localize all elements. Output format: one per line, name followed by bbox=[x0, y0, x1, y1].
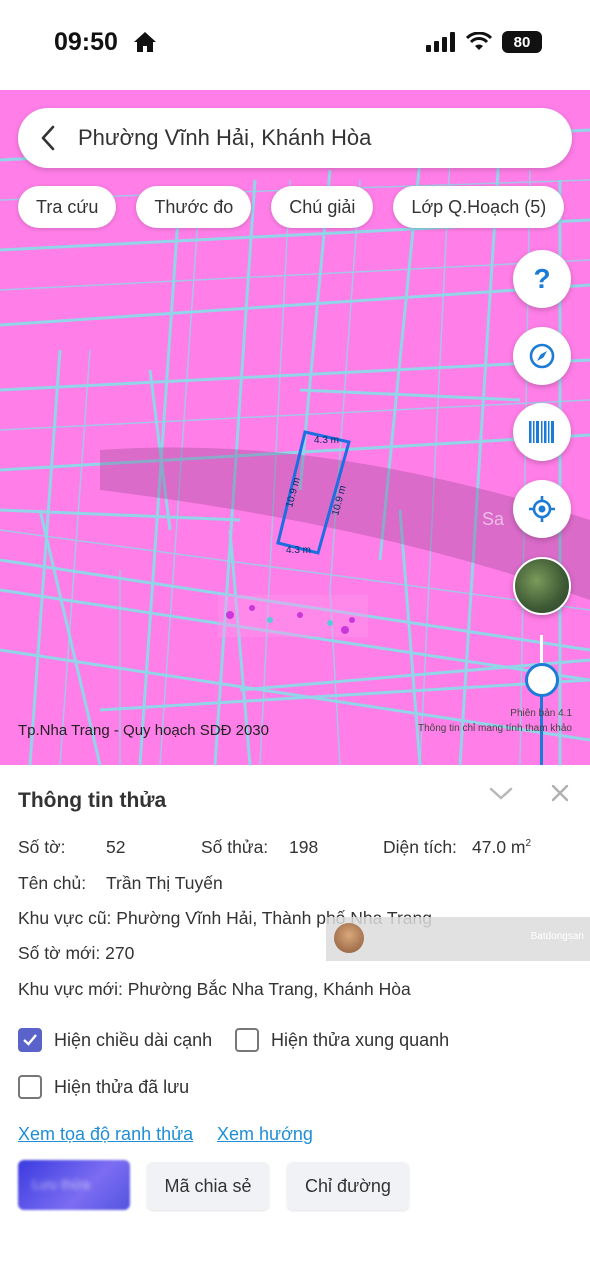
map-faint-label: Sa bbox=[482, 509, 505, 529]
edge-label-bottom: 4.3 m bbox=[286, 545, 311, 556]
chip-chu-giai[interactable]: Chú giải bbox=[271, 186, 374, 228]
directions-button[interactable]: Chỉ đường bbox=[287, 1162, 409, 1210]
map-version-note: Phiên bản 4.1 Thông tin chỉ mang tính th… bbox=[418, 706, 572, 736]
help-icon: ? bbox=[533, 263, 551, 294]
chevron-down-icon[interactable] bbox=[488, 785, 514, 803]
dien-tich-unit: 2 bbox=[525, 838, 532, 850]
so-thua-value: 198 bbox=[289, 837, 319, 857]
watermark-overlay: Batdongsan bbox=[326, 917, 590, 961]
so-to-value: 52 bbox=[106, 837, 126, 857]
checkbox-checked[interactable] bbox=[18, 1028, 42, 1052]
sheet-title: Thông tin thửa bbox=[18, 789, 167, 812]
disclaimer-line: Thông tin chỉ mang tính tham khảo bbox=[418, 723, 572, 734]
so-to-label: Số tờ: bbox=[18, 837, 66, 857]
home-icon bbox=[134, 32, 156, 52]
ten-chu-label: Tên chủ: bbox=[18, 873, 87, 893]
toggle-saved-parcels[interactable]: Hiện thửa đã lưu bbox=[18, 1075, 189, 1099]
locate-icon bbox=[529, 496, 555, 522]
barcode-button[interactable] bbox=[513, 403, 571, 461]
checkmark-icon bbox=[23, 1034, 37, 1046]
wifi-icon bbox=[466, 32, 492, 50]
chip-thuoc-do[interactable]: Thước đo bbox=[136, 186, 252, 228]
so-thua-label: Số thửa: bbox=[201, 837, 269, 857]
opacity-slider-knob[interactable] bbox=[525, 663, 559, 697]
map-view[interactable]: Sa 4.3 m 4.3 m 10.9 m 10.9 m Phường Vĩnh… bbox=[0, 90, 590, 765]
blurred-parcel-marks bbox=[218, 595, 368, 637]
parcel-info-sheet: Thông tin thửa Số tờ: 52 Số thửa: 198 Di… bbox=[0, 765, 590, 1280]
tool-chip-row: Tra cứu Thước đo Chú giải Lớp Q.Hoạch (5… bbox=[18, 186, 565, 228]
help-button[interactable]: ? bbox=[513, 250, 571, 308]
status-time: 09:50 bbox=[54, 28, 118, 56]
blurred-action-button[interactable]: Lưu thửa bbox=[18, 1160, 130, 1210]
watermark-avatar bbox=[334, 923, 364, 953]
battery-icon: 80 bbox=[502, 31, 542, 53]
blurred-button-label: Lưu thửa bbox=[32, 1176, 90, 1192]
toggle-surrounding-parcels[interactable]: Hiện thửa xung quanh bbox=[235, 1028, 449, 1052]
status-icons: 80 bbox=[426, 31, 542, 53]
location-search-bar[interactable]: Phường Vĩnh Hải, Khánh Hòa bbox=[18, 108, 572, 168]
khu-vuc-moi: Khu vực mới: Phường Bắc Nha Trang, Khánh… bbox=[18, 979, 411, 999]
back-icon[interactable] bbox=[18, 108, 78, 168]
so-to-moi: Số tờ mới: 270 bbox=[18, 943, 135, 963]
checkbox-label: Hiện thửa xung quanh bbox=[271, 1029, 450, 1050]
ten-chu-value: Trần Thị Tuyến bbox=[106, 873, 223, 893]
barcode-icon bbox=[529, 421, 554, 443]
dien-tich-label: Diện tích: bbox=[383, 837, 457, 857]
view-direction-link[interactable]: Xem hướng bbox=[217, 1124, 313, 1145]
map-source-label: Tp.Nha Trang - Quy hoạch SDĐ 2030 bbox=[18, 722, 269, 739]
locate-button[interactable] bbox=[513, 480, 571, 538]
toggle-edge-lengths[interactable]: Hiện chiều dài cạnh bbox=[18, 1028, 212, 1052]
watermark-logo: Batdongsan bbox=[530, 931, 584, 942]
status-bar: 09:50 80 bbox=[0, 0, 590, 90]
version-line: Phiên bản 4.1 bbox=[510, 708, 572, 719]
satellite-layer-thumbnail[interactable] bbox=[513, 557, 571, 615]
dien-tich-value: 47.0 m2 bbox=[472, 837, 531, 858]
chip-tra-cuu[interactable]: Tra cứu bbox=[18, 186, 117, 228]
close-icon[interactable] bbox=[550, 783, 570, 803]
compass-button[interactable] bbox=[513, 327, 571, 385]
signal-icon bbox=[426, 32, 455, 52]
compass-icon bbox=[529, 343, 555, 369]
checkbox-label: Hiện chiều dài cạnh bbox=[54, 1029, 213, 1050]
edge-label-top: 4.3 m bbox=[314, 435, 339, 446]
chip-lop-quy-hoach[interactable]: Lớp Q.Hoạch (5) bbox=[393, 186, 565, 228]
share-code-button[interactable]: Mã chia sẻ bbox=[147, 1162, 269, 1210]
location-text[interactable]: Phường Vĩnh Hải, Khánh Hòa bbox=[78, 125, 371, 151]
checkbox-unchecked[interactable] bbox=[18, 1075, 42, 1099]
checkbox-unchecked[interactable] bbox=[235, 1028, 259, 1052]
checkbox-label: Hiện thửa đã lưu bbox=[54, 1076, 190, 1097]
dien-tich-number: 47.0 m bbox=[472, 837, 526, 857]
view-boundary-coords-link[interactable]: Xem tọa độ ranh thửa bbox=[18, 1124, 193, 1145]
